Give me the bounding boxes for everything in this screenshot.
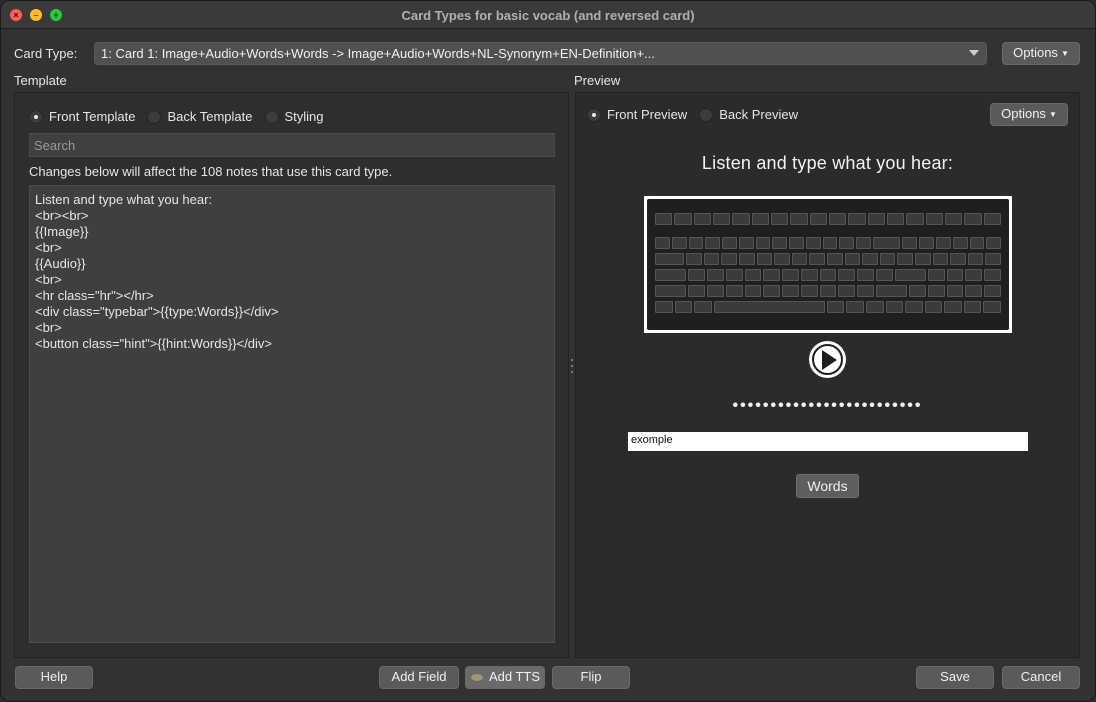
add-tts-label: Add TTS [488,669,541,684]
save-button[interactable]: Save [916,666,994,689]
card-types-window: × – + Card Types for basic vocab (and re… [0,0,1096,702]
play-icon [812,344,843,375]
options-label: Options [1013,45,1058,60]
front-template-radio[interactable] [29,109,43,124]
splitter-handle[interactable] [571,359,574,373]
styling-label[interactable]: Styling [285,109,324,124]
editor-line: <br><br> [35,208,89,223]
tts-icon [469,673,484,682]
card-type-selected-value: 1: Card 1: Image+Audio+Words+Words -> Im… [101,46,655,61]
caret-down-icon: ▼ [1060,49,1069,58]
caret-down-icon: ▼ [1048,110,1057,119]
template-search-input[interactable]: Search [29,133,555,157]
preview-radio-group: Front Preview Back Preview [587,107,810,122]
editor-line: {{Audio}} [35,256,86,271]
styling-radio[interactable] [264,109,279,124]
back-template-label[interactable]: Back Template [167,109,252,124]
help-button[interactable]: Help [15,666,93,689]
back-preview-label[interactable]: Back Preview [719,107,798,122]
affected-notes-notice: Changes below will affect the 108 notes … [29,164,393,179]
keyboard-picture [647,199,1009,330]
play-audio-button[interactable] [809,341,846,378]
preview-section-label: Preview [574,73,621,88]
answer-length-dots: ••••••••••••••••••••••••• [732,397,923,414]
editor-line: {{Image}} [35,224,89,239]
hint-words-button[interactable]: Words [796,474,859,498]
add-tts-button[interactable]: Add TTS [465,666,545,689]
preview-heading: Listen and type what you hear: [701,153,954,173]
chevron-down-icon [969,50,979,56]
add-field-button[interactable]: Add Field [379,666,459,689]
editor-line: <button class="hint">{{hint:Words}}</div… [35,336,273,351]
editor-line: <br> [35,320,62,335]
card-type-options-button[interactable]: Options ▼ [1002,42,1080,65]
preview-options-label: Options [1001,106,1046,121]
card-type-label: Card Type: [14,46,78,61]
editor-line: <br> [35,272,62,287]
template-section-label: Template [14,73,67,88]
keyboard-image [644,196,1012,333]
back-template-radio[interactable] [147,109,162,124]
preview-options-button[interactable]: Options ▼ [990,103,1068,126]
editor-line: <hr class="hr"></hr> [35,288,154,303]
editor-line: <br> [35,240,62,255]
template-editor[interactable]: Listen and type what you hear: <br><br> … [29,185,555,643]
flip-button[interactable]: Flip [552,666,630,689]
title-bar: × – + Card Types for basic vocab (and re… [1,1,1095,29]
editor-line: Listen and type what you hear: [35,192,213,207]
front-preview-label[interactable]: Front Preview [607,107,687,122]
window-title: Card Types for basic vocab (and reversed… [401,8,695,23]
front-template-label[interactable]: Front Template [49,109,135,124]
back-preview-radio[interactable] [699,107,714,122]
card-type-select[interactable]: 1: Card 1: Image+Audio+Words+Words -> Im… [94,42,987,65]
front-preview-radio[interactable] [587,107,601,122]
editor-line: <div class="typebar">{{type:Words}}</div… [35,304,279,319]
type-answer-input[interactable]: exomple [628,432,1028,451]
template-radio-group: Front Template Back Template Styling [29,109,336,124]
cancel-button[interactable]: Cancel [1002,666,1080,689]
